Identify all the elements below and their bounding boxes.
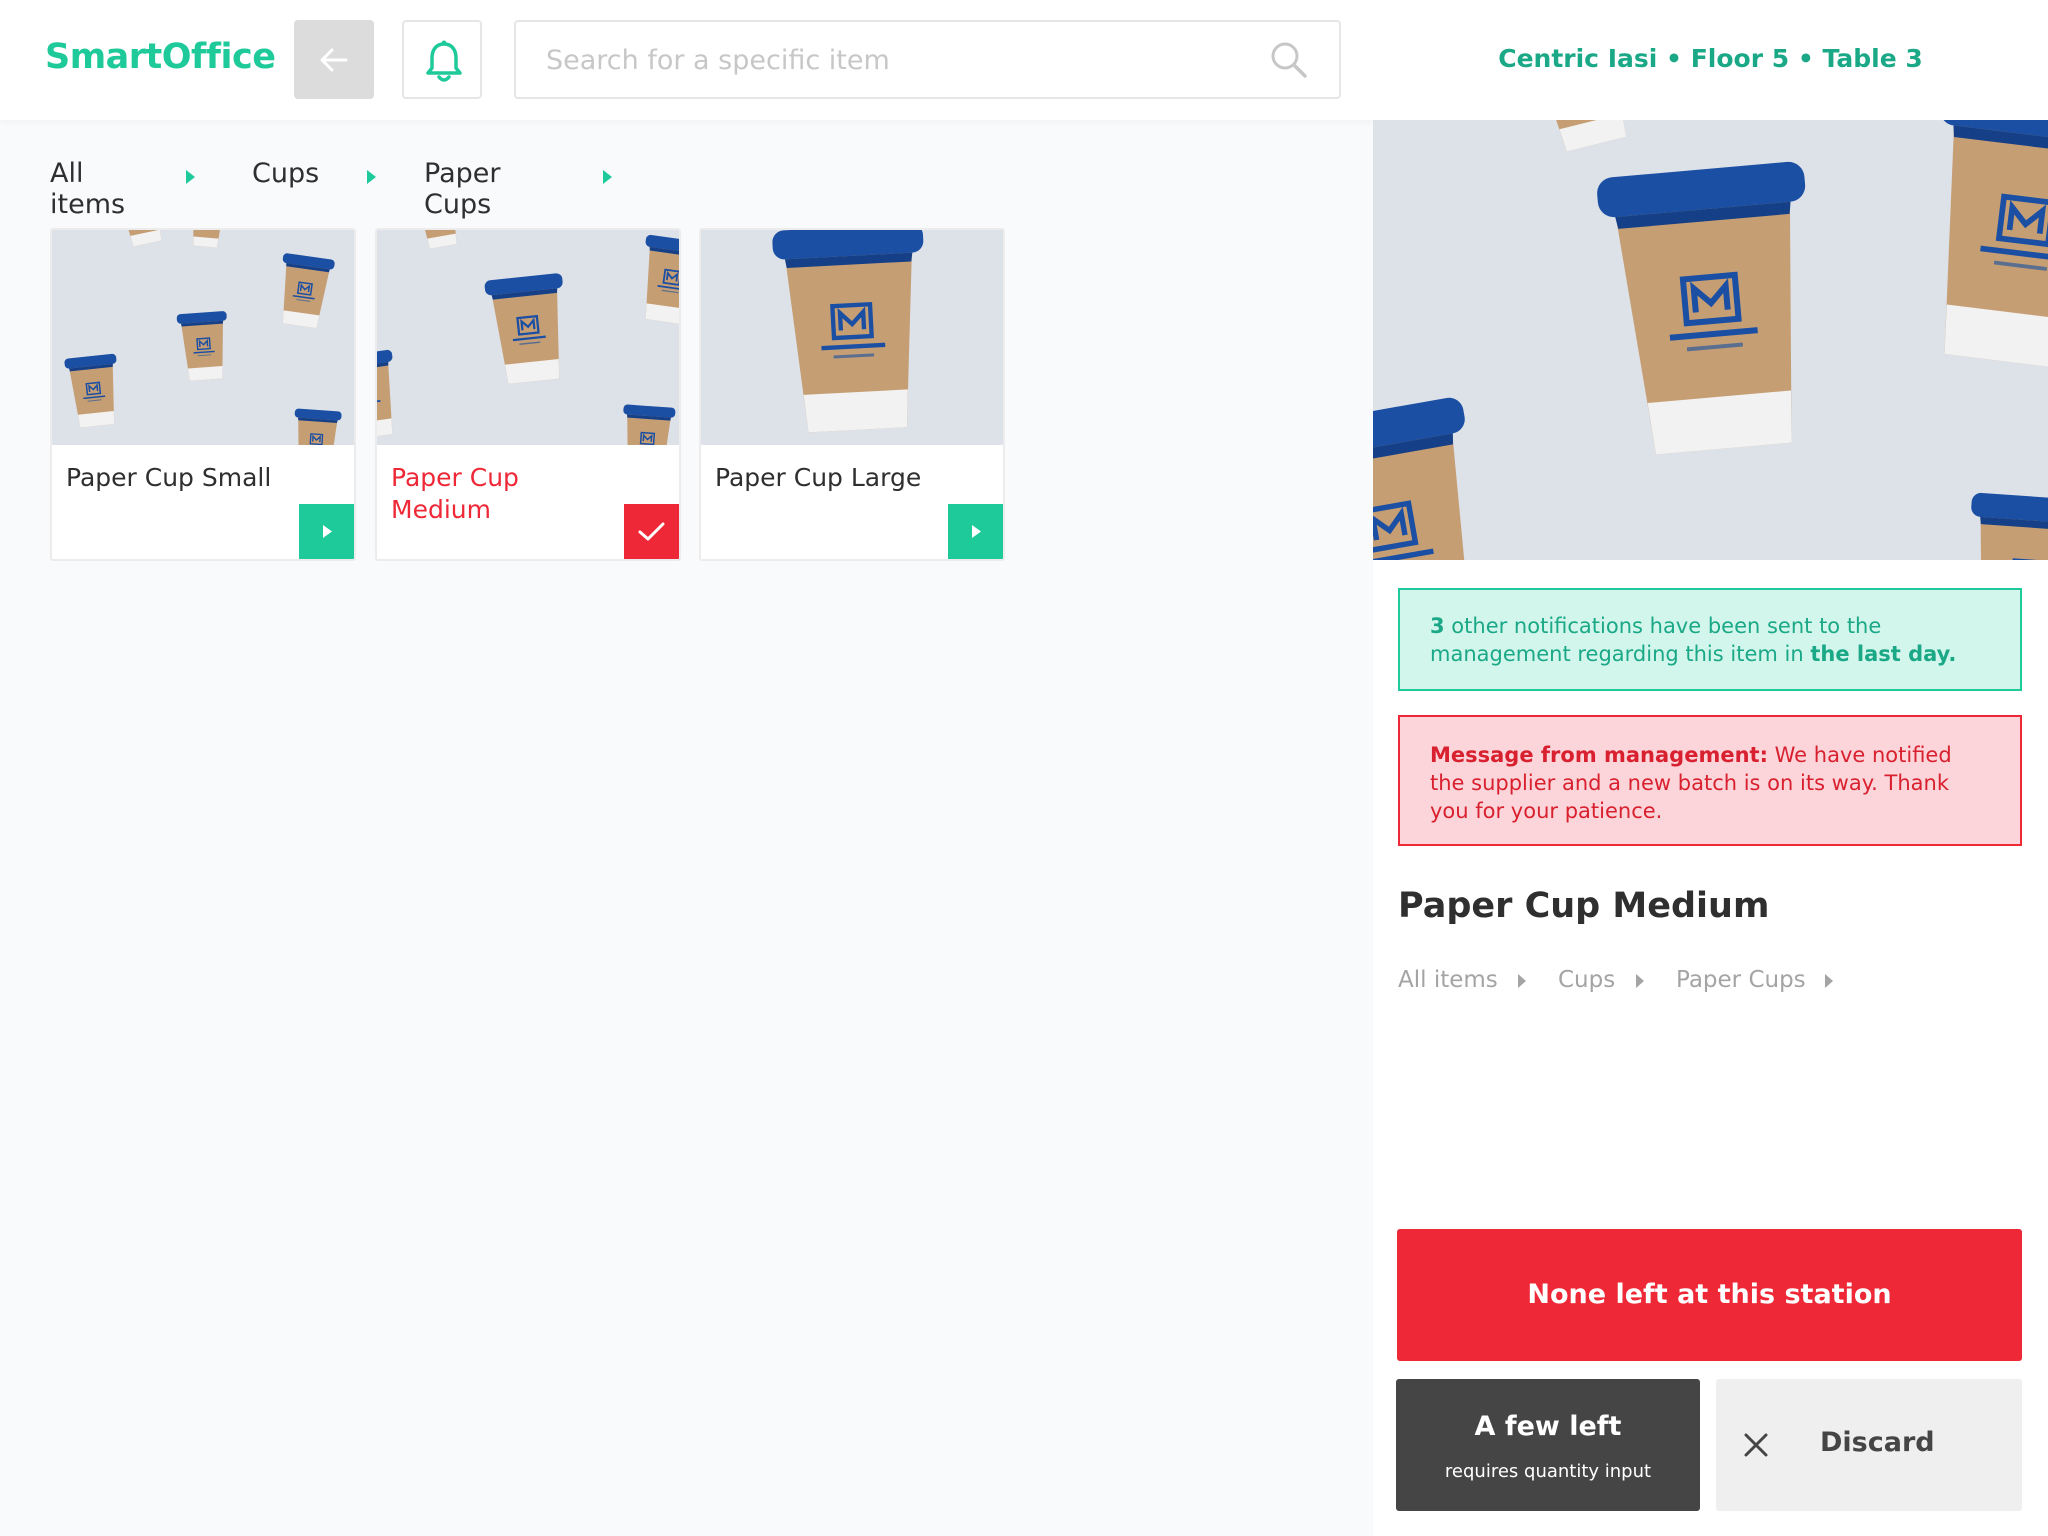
discard-button[interactable]: Discard [1716, 1379, 2022, 1511]
item-card-paper-cup-small[interactable]: Paper Cup Small [50, 228, 356, 561]
breadcrumb-chevron-icon [367, 170, 376, 184]
detail-breadcrumb-cups[interactable]: Cups [1558, 967, 1615, 993]
breadcrumb-chevron-icon [1518, 974, 1526, 988]
catalog-pane: SmartOffice All items Cups Paper Cu [0, 0, 1373, 1536]
top-bar: SmartOffice [0, 0, 1373, 120]
open-item-button[interactable] [948, 504, 1003, 559]
breadcrumb-cups[interactable]: Cups [252, 158, 319, 189]
item-name: Paper Cup Small [66, 463, 272, 492]
close-icon [1744, 1433, 1768, 1457]
location-label: Centric Iasi • Floor 5 • Table 3 [1498, 44, 1923, 73]
item-image [701, 230, 1003, 445]
none-left-button[interactable]: None left at this station [1397, 1229, 2022, 1361]
play-icon [323, 525, 332, 538]
bell-icon [426, 40, 462, 82]
breadcrumb-chevron-icon [186, 170, 195, 184]
item-image [52, 230, 354, 445]
detail-breadcrumb-all-items[interactable]: All items [1398, 967, 1498, 993]
few-left-button[interactable]: A few left requires quantity input [1396, 1379, 1700, 1511]
breadcrumb-chevron-icon [1825, 974, 1833, 988]
few-left-sublabel: requires quantity input [1444, 1461, 1652, 1482]
item-hero-image [1373, 120, 2048, 560]
notifications-notice: 3 other notifications have been sent to … [1398, 588, 2022, 691]
item-detail-pane: Centric Iasi • Floor 5 • Table 3 3 other… [1373, 0, 2048, 1536]
breadcrumb-paper-cups[interactable]: Paper Cups [424, 158, 500, 220]
notice-count: 3 [1430, 614, 1445, 638]
app-logo: SmartOffice [45, 37, 276, 77]
item-name: Paper Cup Large [715, 463, 922, 492]
notifications-button[interactable] [402, 20, 482, 99]
item-card-paper-cup-large[interactable]: Paper Cup Large [699, 228, 1005, 561]
item-name: Paper Cup Medium [391, 463, 519, 524]
item-image [377, 230, 679, 445]
notice-emphasis: the last day. [1810, 642, 1957, 666]
search-box [514, 20, 1341, 99]
item-title: Paper Cup Medium [1398, 886, 1770, 926]
back-button[interactable] [294, 20, 374, 99]
open-item-button[interactable] [299, 504, 354, 559]
detail-breadcrumb-paper-cups[interactable]: Paper Cups [1676, 967, 1806, 993]
message-label: Message from management: [1430, 743, 1768, 767]
search-input[interactable] [546, 42, 1226, 78]
breadcrumb-chevron-icon [1636, 974, 1644, 988]
play-icon [972, 525, 981, 538]
selected-check-button[interactable] [624, 504, 679, 559]
breadcrumb-all-items[interactable]: All items [50, 158, 125, 220]
arrow-left-icon [320, 48, 348, 72]
few-left-label: A few left [1474, 1411, 1622, 1442]
breadcrumb-chevron-icon [603, 170, 612, 184]
search-icon[interactable] [1269, 40, 1309, 80]
item-card-paper-cup-medium[interactable]: Paper Cup Medium [375, 228, 681, 561]
management-message: Message from management: We have notifie… [1398, 715, 2022, 846]
check-icon [638, 522, 665, 541]
discard-label: Discard [1820, 1427, 1935, 1458]
